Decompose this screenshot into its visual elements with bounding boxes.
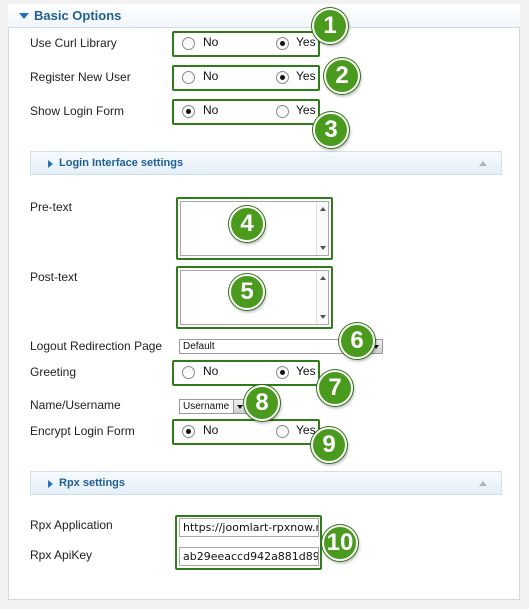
- rpx-apikey-label: Rpx ApiKey: [30, 548, 93, 562]
- post-text-scrollbar[interactable]: [316, 271, 328, 324]
- callout-badge-2: 2: [324, 58, 360, 94]
- rpx-apikey-input[interactable]: ab29eeaccd942a881d89: [179, 547, 319, 566]
- greeting-yes-radio[interactable]: [276, 366, 289, 379]
- callout-badge-9: 9: [311, 427, 347, 463]
- show-login-yes-label[interactable]: Yes: [296, 103, 316, 117]
- greeting-options: No Yes: [172, 360, 320, 384]
- pre-text-scrollbar[interactable]: [316, 202, 328, 255]
- name-username-value: Username: [183, 401, 230, 412]
- greeting-no-radio[interactable]: [182, 366, 195, 379]
- login-interface-settings-title: Login Interface settings: [59, 157, 184, 169]
- rpx-application-label: Rpx Application: [30, 518, 113, 532]
- register-user-label: Register New User: [30, 70, 131, 84]
- logout-redirect-value: Default: [183, 341, 215, 352]
- logout-redirect-label: Logout Redirection Page: [30, 339, 163, 353]
- encrypt-login-no-radio[interactable]: [182, 425, 195, 438]
- register-user-yes-radio[interactable]: [276, 71, 289, 84]
- callout-badge-6: 6: [339, 323, 375, 359]
- expand-arrow-icon: [48, 480, 53, 488]
- encrypt-login-yes-radio[interactable]: [276, 425, 289, 438]
- callout-badge-8: 8: [244, 385, 280, 421]
- login-interface-settings-bar[interactable]: Login Interface settings: [30, 151, 502, 175]
- basic-options-header[interactable]: Basic Options: [8, 4, 520, 28]
- use-curl-no-label[interactable]: No: [203, 35, 218, 49]
- use-curl-yes-radio[interactable]: [276, 37, 289, 50]
- greeting-label: Greeting: [30, 365, 77, 379]
- scroll-up-icon[interactable]: [320, 207, 326, 211]
- rpx-settings-title: Rpx settings: [59, 477, 126, 489]
- greeting-yes-label[interactable]: Yes: [296, 364, 316, 378]
- use-curl-options: No Yes: [172, 31, 320, 55]
- use-curl-yes-label[interactable]: Yes: [296, 35, 316, 49]
- use-curl-no-radio[interactable]: [182, 37, 195, 50]
- greeting-no-label[interactable]: No: [203, 364, 218, 378]
- rpx-application-input[interactable]: https://joomlart-rpxnow.rp: [179, 518, 319, 537]
- callout-badge-5: 5: [229, 274, 265, 310]
- callout-badge-3: 3: [313, 112, 349, 148]
- show-login-yes-radio[interactable]: [276, 105, 289, 118]
- encrypt-login-options: No Yes: [172, 419, 320, 443]
- name-username-select[interactable]: Username: [179, 399, 247, 414]
- show-login-label: Show Login Form: [30, 104, 125, 118]
- register-user-yes-label[interactable]: Yes: [296, 69, 316, 83]
- show-login-no-radio[interactable]: [182, 105, 195, 118]
- name-username-label: Name/Username: [30, 398, 121, 412]
- expand-arrow-icon: [48, 160, 53, 168]
- callout-badge-7: 7: [317, 370, 353, 406]
- encrypt-login-no-label[interactable]: No: [203, 423, 218, 437]
- show-login-no-label[interactable]: No: [203, 103, 218, 117]
- pre-text-label: Pre-text: [30, 200, 73, 214]
- scroll-up-icon[interactable]: [320, 276, 326, 280]
- post-text-label: Post-text: [30, 270, 78, 284]
- expand-triangle-icon: [19, 13, 29, 19]
- register-user-no-label[interactable]: No: [203, 69, 218, 83]
- register-user-no-radio[interactable]: [182, 71, 195, 84]
- scroll-down-icon[interactable]: [320, 246, 326, 250]
- section-title: Basic Options: [34, 8, 122, 23]
- callout-badge-4: 4: [229, 206, 265, 242]
- encrypt-login-label: Encrypt Login Form: [30, 424, 135, 438]
- collapse-arrow-icon[interactable]: [479, 481, 487, 486]
- scroll-down-icon[interactable]: [320, 315, 326, 319]
- show-login-options: No Yes: [172, 99, 320, 123]
- register-user-options: No Yes: [172, 65, 320, 89]
- callout-badge-1: 1: [312, 8, 348, 44]
- use-curl-label: Use Curl Library: [30, 36, 117, 50]
- rpx-settings-bar[interactable]: Rpx settings: [30, 471, 502, 495]
- callout-badge-10: 10: [322, 525, 358, 561]
- collapse-arrow-icon[interactable]: [479, 161, 487, 166]
